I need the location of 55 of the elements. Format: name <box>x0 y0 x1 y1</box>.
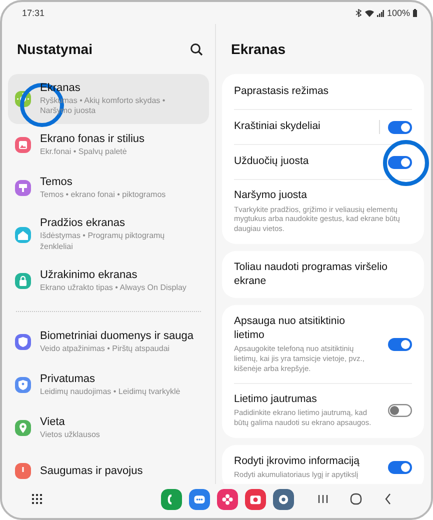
highlight-ring <box>383 140 429 186</box>
toggle-switch[interactable] <box>388 338 412 351</box>
flower-icon[interactable] <box>217 488 238 510</box>
settings-item[interactable]: Saugumas ir pavojus <box>8 450 209 484</box>
signal-icon <box>376 10 384 16</box>
setting-label[interactable]: Naršymo juosta <box>234 189 412 203</box>
chat-icon[interactable] <box>189 488 210 510</box>
phone-icon[interactable] <box>161 488 182 510</box>
setting-label[interactable]: Rodyti įkrovimo informaciją <box>234 454 374 468</box>
item-label: Biometriniai duomenys ir sauga <box>40 330 194 342</box>
apps-grid-icon[interactable] <box>32 494 43 504</box>
item-description: Ekr.fonai • Spalvų paletė <box>40 147 128 158</box>
item-description: Išdėstymas • Programų piktogramų ženkleliai <box>40 231 166 252</box>
home-button-icon[interactable] <box>350 493 362 505</box>
page-title: Ekranas <box>231 41 286 57</box>
settings-item[interactable]: Vieta Vietos užklausos <box>8 406 209 450</box>
item-description: Temos • ekrano fonai • piktogramos <box>40 190 166 200</box>
gear-icon[interactable] <box>273 488 294 510</box>
item-label: Užrakinimo ekranas <box>40 268 138 281</box>
battery-icon <box>413 9 417 17</box>
settings-item[interactable]: Pradžios ekranas Išdėstymas • Programų piktogramų ženkleliai <box>8 210 209 260</box>
toggle-switch[interactable] <box>388 120 412 134</box>
settings-item[interactable]: Biometriniai duomenys ir sauga Veido atpažinimas • Pirštų atspaudai <box>8 320 209 364</box>
toggle-switch[interactable] <box>388 156 412 168</box>
item-description: Vietos užklausos <box>40 430 100 440</box>
back-icon[interactable] <box>384 493 392 505</box>
search-icon[interactable] <box>190 42 203 56</box>
bluetooth-icon <box>354 9 362 17</box>
item-label: Vieta <box>40 416 66 428</box>
clock: 17:31 <box>22 8 45 18</box>
item-label: Pradžios ekranas <box>40 217 126 230</box>
item-description: Ekrano užrakto tipas • Always On Display <box>40 282 186 294</box>
page-title: Nustatymai <box>17 41 92 57</box>
toggle-switch[interactable] <box>388 404 412 417</box>
setting-label[interactable]: Paprastasis režimas <box>234 85 412 99</box>
item-label: Temos <box>40 176 74 188</box>
setting-label[interactable]: Lietimo jautrumas <box>234 392 374 406</box>
setting-label[interactable]: Toliau naudoti programas viršelio ekrane <box>234 260 412 288</box>
setting-label[interactable]: Kraštiniai skydeliai <box>234 120 371 134</box>
setting-label[interactable]: Apsauga nuo atsitiktinio lietimo <box>234 315 374 342</box>
camera-icon[interactable] <box>245 488 266 510</box>
battery-percent: 100% <box>386 8 410 18</box>
item-label: Privatumas <box>40 372 96 385</box>
settings-item[interactable]: Temos Temos • ekrano fonai • piktogramos <box>8 166 209 210</box>
setting-label[interactable]: Užduočių juosta <box>234 155 380 169</box>
recents-icon[interactable] <box>318 494 328 504</box>
item-description: Veido atpažinimas • Pirštų atspaudai <box>40 344 171 354</box>
settings-item[interactable]: Ekrano fonas ir stilius Ekr.fonai • Spalvų paletė <box>8 124 209 167</box>
wifi-icon <box>364 10 374 16</box>
item-label: Saugumas ir pavojus <box>40 465 143 478</box>
settings-item[interactable]: Užrakinimo ekranas Ekrano užrakto tipas • Always On Display <box>8 260 209 303</box>
item-description: Leidimų naudojimas • Leidimų tvarkyklė <box>40 386 180 398</box>
settings-item[interactable]: Privatumas Leidimų naudojimas • Leidimų tvarkyklė <box>8 364 209 407</box>
toggle-switch[interactable] <box>388 461 412 474</box>
item-label: Ekrano fonas ir stilius <box>40 133 145 146</box>
